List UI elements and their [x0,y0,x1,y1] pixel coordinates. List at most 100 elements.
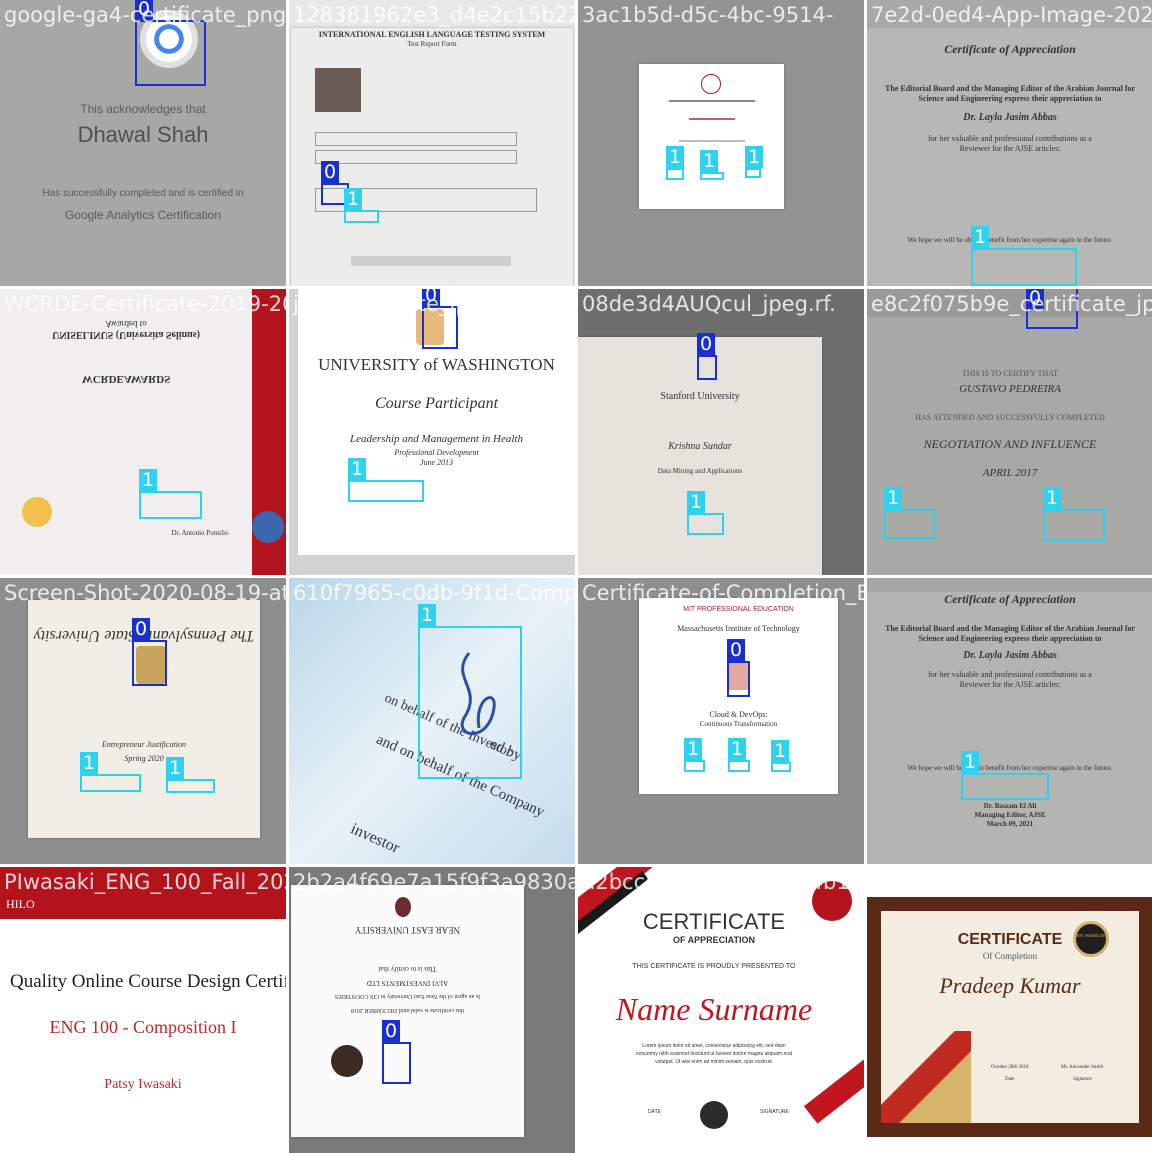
tile: Screen-Shot-2020-08-19-at-6.45.14-AM-jpg… [0,578,286,864]
detection-box: 0 [727,639,750,697]
cert-line: HILO [6,897,35,911]
class-label: 1 [166,757,185,779]
tile: 128381962e3_d4e2c15b2208_o_jpg.rf.00851a… [289,0,575,286]
tile: google-ga4-certificate_png.rf. This ackn… [0,0,286,286]
cert-line: WCRDEAWARDS [81,373,171,385]
cert-line: THIS IS TO CERTIFY THAT [961,369,1059,378]
cert-line: Signature [1073,1077,1093,1082]
mosaic-grid: google-ga4-certificate_png.rf. This ackn… [0,0,1152,1153]
class-label: 0 [382,1020,401,1042]
class-label: 1 [700,150,719,172]
detection-box: 0 [382,1020,411,1084]
class-label: 0 [697,333,716,355]
photo [315,68,361,112]
tile-filename: 7e2d-0ed4-App-Image-202 [871,3,1152,27]
class-label: 0 [132,618,151,640]
recipient-name: Patsy Iwasaki [104,1077,182,1092]
cert-line: We hope we will be able to benefit from … [907,236,1113,244]
certificate-frame: BEST AWARD 2018 CERTIFICATE Of Completio… [867,897,1152,1137]
detection-box: 1 [348,458,424,502]
detection-box: 0 [135,0,206,86]
seal-icon [331,1045,363,1077]
cert-line: Professional Development [394,448,479,457]
class-label: 0 [1026,289,1045,309]
logo-icon [22,497,52,527]
class-label: 0 [727,639,746,661]
cert-line: March 09, 2021 [986,820,1034,828]
cert-line: volutpat. Ut wisi enim ad minim veniam, … [655,1059,773,1065]
course-name: ENG 100 - Composition I [49,1017,237,1037]
cert-title: CERTIFICATE [642,909,786,934]
university-name: UNIVERSITY of WASHINGTON [318,355,555,374]
cert-line: Google Analytics Certification [64,208,222,222]
seal-icon [700,1101,728,1129]
cert-line: DATE [648,1109,661,1115]
detection-box: 0 [422,289,458,349]
cert-line: Test Report Form [407,40,457,48]
class-label: 0 [135,0,154,20]
tile: 3ac1b5d-d5c-4bc-9514- 1 1 1 [578,0,864,286]
class-label: 1 [80,752,99,774]
cert-title: Quality Online Course Design Certific [10,971,286,992]
recipient-name: Dr. Layla Jasim Abbas [963,112,1057,123]
detection-box: 1 [700,150,724,180]
cert-line: Reviewer for the AJSE articles: [959,680,1061,689]
cert-title: Certificate of Appreciation [944,592,1076,606]
tile: e8c2f075b9e_certificate_jpg. THIS IS TO … [867,289,1152,575]
tile: 7e2d-0ed4-App-Image-202 Certificate of A… [867,0,1152,286]
cert-line: Lorem ipsum dolor sit amet, consectetur … [642,1043,786,1049]
detection-box: 1 [666,146,685,180]
cert-line: Science and Engineering express their ap… [918,94,1102,103]
class-label: 1 [771,740,790,762]
class-label: 1 [728,738,747,760]
cert-line: Awarded to [105,319,147,329]
detection-box: 0 [697,333,717,380]
cert-line: Spring 2020 [124,754,164,763]
detection-box: 1 [166,757,215,793]
cert-line: Is an agent of the Near East University … [334,993,481,999]
tile: Certificate of Appreciation The Editoria… [867,578,1152,864]
cert-line: this certificate is valid until DECEMBER… [350,1007,465,1013]
cert-title: Course Participant [374,395,499,412]
tile: BEST AWARD 2018 CERTIFICATE Of Completio… [867,867,1152,1153]
class-label: 1 [687,491,706,513]
course-name: Cloud & DevOps: [709,710,768,719]
recipient-name: Name Surname [615,991,813,1027]
detection-box: 0 [132,618,167,686]
detection-box: 0 [1026,289,1078,329]
cert-line: Dr. Antonio Pomilio [171,529,229,537]
class-label: 1 [1043,487,1062,509]
recipient-name: Dhawal Shah [77,122,209,147]
cert-line: Date [1005,1077,1015,1082]
class-label: 1 [971,226,990,248]
class-label: 1 [344,188,363,210]
cert-line: HAS ATTENDED AND SUCCESSFULLY COMPLETED [915,413,1105,422]
detection-box: 1 [139,469,202,519]
class-label: 0 [422,289,441,306]
cert-line: Dr. Bassam El Ali [983,802,1037,810]
class-label: 1 [139,469,158,491]
cert-line: Massachusetts Institute of Technology [677,624,800,633]
certificate-image: Certificate of Appreciation The Editoria… [867,592,1152,864]
cert-line: Has successfully completed and is certif… [42,188,244,199]
course-name: Leadership and Management in Health [350,433,523,445]
seal-icon [701,74,721,94]
cert-line: The Editorial Board and the Managing Edi… [885,624,1135,633]
cert-line: ALVI INVESTMENTS LTD [366,979,449,987]
certificate-image: HILO Quality Online Course Design Certif… [0,867,286,1153]
tile-filename: 128381962e3_d4e2c15b2208_o_jpg.rf.00851a… [293,3,575,27]
cert-line: for her valuable and professional contri… [928,134,1092,143]
cert-line: The Editorial Board and the Managing Edi… [885,84,1135,93]
cert-line: June 2013 [419,458,454,467]
certificate-image: BEST AWARD 2018 CERTIFICATE Of Completio… [881,911,1139,1123]
tile: 610f7965-c0db-9f1d-Completion_Et on beha… [289,578,575,864]
cert-line: Mr. Alexander Smith [1061,1065,1104,1070]
course-name: Data Mining and Applications [657,467,743,475]
class-label: 1 [884,487,903,509]
cert-line: APRIL 2017 [982,467,1038,479]
cert-line: INTERNATIONAL ENGLISH LANGUAGE TESTING S… [318,30,546,39]
tile: WCRDE-Certificate-2019-2020_jpg.rf. Awar… [0,289,286,575]
detection-box: 1 [771,740,791,772]
cert-line: investor [347,820,402,857]
course-name: NEGOTIATION AND INFLUENCE [923,437,1097,451]
